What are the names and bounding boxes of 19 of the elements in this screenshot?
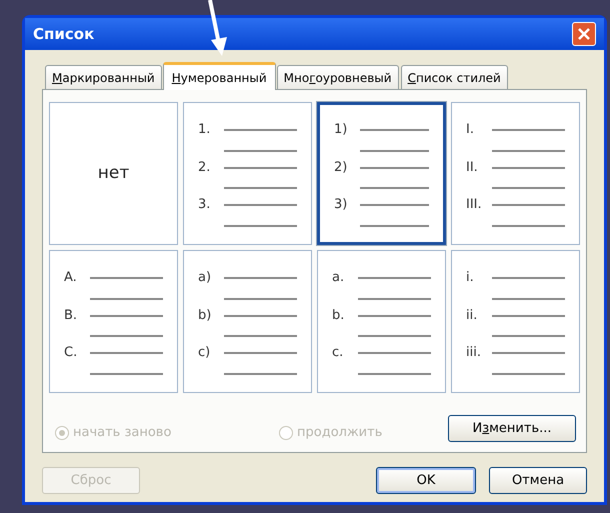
tab[interactable]: Маркированный [45, 65, 162, 89]
tab[interactable]: Нумерованный [162, 62, 276, 90]
list-style-option[interactable]: A. B. C. [49, 250, 178, 393]
tab[interactable]: Список стилей [400, 65, 508, 89]
tab[interactable]: Многоуровневый [276, 65, 399, 89]
modify-button[interactable]: Изменить... [448, 415, 576, 442]
list-style-option[interactable]: 1) 2) 3) [317, 102, 446, 245]
list-style-option[interactable]: I. II. III. [451, 102, 580, 245]
list-style-option[interactable]: 1. 2. 3. [183, 102, 312, 245]
arrow [206, 0, 230, 56]
dialog-button[interactable]: OK [376, 467, 476, 494]
dialog-button[interactable]: Отмена [489, 467, 587, 494]
list-style-option[interactable]: a) b) c) [183, 250, 312, 393]
list-style-option[interactable]: нет [49, 102, 178, 245]
list-style-option[interactable]: i. ii. iii. [451, 250, 580, 393]
close-icon [578, 28, 590, 40]
list-style-option[interactable]: a. b. c. [317, 250, 446, 393]
window-title: Список [33, 24, 94, 45]
close-button[interactable] [572, 22, 596, 46]
